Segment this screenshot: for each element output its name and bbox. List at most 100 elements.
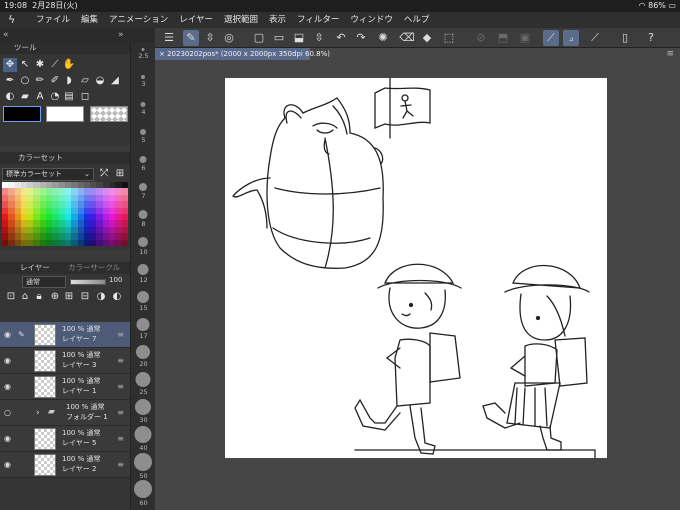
layer-row[interactable]: ◉ ✎ 100 % 通常 レイヤー 7 ≡ — [0, 322, 130, 348]
color-set-dropdown[interactable]: 標準カラーセット ⌄ — [2, 168, 94, 181]
fill-bucket-icon[interactable]: ▰ — [18, 90, 32, 104]
menu-edit[interactable]: 編集 — [81, 12, 98, 28]
layer-row[interactable]: ◉ 100 % 通常 レイヤー 3 ≡ — [0, 348, 130, 374]
brush-size-dot[interactable] — [139, 183, 147, 191]
lasso-tool-icon[interactable]: ○ — [18, 74, 32, 88]
blend-mode-dropdown[interactable]: 通常 — [22, 276, 66, 288]
blend-tool-icon[interactable]: ◒ — [93, 74, 107, 88]
brush-size-dot[interactable] — [135, 372, 151, 387]
loading-icon[interactable]: ✺ — [375, 30, 391, 46]
brush-size-dot[interactable] — [140, 102, 146, 107]
drag-handle-icon[interactable]: ≡ — [117, 460, 124, 469]
move-tool-icon[interactable]: ✥ — [3, 58, 17, 72]
clear-icon[interactable]: ⌫ — [399, 30, 415, 46]
drag-handle-icon[interactable]: ≡ — [117, 382, 124, 391]
visibility-icon[interactable]: ◐ — [110, 290, 124, 304]
document-tab-close-icon[interactable]: × — [159, 50, 167, 58]
collapse-right-icon[interactable]: » — [118, 28, 124, 42]
mask-icon[interactable]: ⊞ — [62, 290, 76, 304]
redo-icon[interactable]: ↷ — [353, 30, 369, 46]
crop-icon[interactable]: ⬒ — [495, 30, 511, 46]
layer-row[interactable]: ○ › ▰ 100 % 通常 フォルダー 1 ≡ — [0, 400, 130, 426]
brush-size-dot[interactable] — [138, 210, 148, 219]
eraser-icon[interactable]: ▱ — [78, 74, 92, 88]
menu-filter[interactable]: フィルター — [297, 12, 339, 28]
color-swatch[interactable] — [121, 239, 128, 246]
sub-color-swatch[interactable] — [46, 106, 84, 122]
snap-grid-icon[interactable]: ⟋ — [587, 30, 603, 46]
draft-icon[interactable]: ⊟ — [78, 290, 92, 304]
selection-icon[interactable]: ▣ — [517, 30, 533, 46]
menu-icon[interactable]: ☰ — [161, 30, 177, 46]
brush-size-dot[interactable] — [139, 156, 147, 163]
eyedropper-add-icon[interactable]: ⤱ — [97, 167, 111, 181]
layer-row[interactable]: ◉ 100 % 通常 レイヤー 1 ≡ — [0, 374, 130, 400]
app-logo-icon[interactable]: ϟ — [8, 13, 22, 27]
device-icon[interactable]: ▯ — [617, 30, 633, 46]
collapse-left-icon[interactable]: « — [3, 28, 9, 42]
transform-icon[interactable]: ⬚ — [441, 30, 457, 46]
menu-file[interactable]: ファイル — [36, 12, 70, 28]
brush-size-dot[interactable] — [134, 426, 152, 443]
lock-icon[interactable]: 🔒︎ — [32, 290, 46, 304]
fill-tool-icon[interactable]: ◢ — [108, 74, 122, 88]
ruler-tool-icon[interactable]: ▤ — [62, 90, 76, 104]
hand-tool-icon[interactable]: ✋ — [62, 58, 76, 72]
new-file-icon[interactable]: ▢ — [251, 30, 267, 46]
menu-animation[interactable]: アニメーション — [109, 12, 168, 28]
menu-view[interactable]: 表示 — [269, 12, 286, 28]
brush-size-dot[interactable] — [136, 345, 150, 359]
drag-handle-icon[interactable]: ≡ — [117, 330, 124, 339]
quick-access-icon[interactable]: ✎ — [183, 30, 199, 46]
tab-color-circle[interactable]: カラーサークル — [68, 262, 120, 274]
operation-tool-icon[interactable]: ↖ — [18, 58, 32, 72]
canvas-menu-icon[interactable]: ≡ — [666, 49, 674, 59]
up-down-icon[interactable]: ⇳ — [202, 30, 218, 46]
balloon-tool-icon[interactable]: ◔ — [48, 90, 62, 104]
menu-window[interactable]: ウィンドウ — [350, 12, 393, 28]
main-color-swatch[interactable] — [3, 106, 41, 122]
magic-wand-icon[interactable]: ✱ — [33, 58, 47, 72]
lock-transparent-icon[interactable]: ⊡ — [4, 290, 18, 304]
brush-size-dot[interactable] — [141, 48, 145, 51]
brush-size-dot[interactable] — [140, 129, 146, 135]
opacity-slider[interactable] — [70, 279, 106, 285]
frame-tool-icon[interactable]: ◻ — [78, 90, 92, 104]
snap-ruler-icon[interactable]: ⟋ — [543, 30, 559, 46]
gradient-tool-icon[interactable]: ◐ — [3, 90, 17, 104]
layer-row[interactable]: ◉ 100 % 通常 レイヤー 2 ≡ — [0, 452, 130, 478]
text-tool-icon[interactable]: A — [33, 90, 47, 104]
clip-icon[interactable]: ⌂ — [18, 290, 32, 304]
eye-icon[interactable]: ◉ — [4, 382, 14, 392]
layer-color-icon[interactable]: ◑ — [94, 290, 108, 304]
brush-size-dot[interactable] — [134, 453, 152, 471]
eye-icon[interactable]: ◉ — [4, 356, 14, 366]
drag-handle-icon[interactable]: ≡ — [117, 356, 124, 365]
menu-layer[interactable]: レイヤー — [179, 12, 213, 28]
eye-icon[interactable]: ◉ — [4, 330, 14, 340]
brush-size-dot[interactable] — [134, 480, 152, 498]
menu-selection[interactable]: 選択範囲 — [224, 12, 258, 28]
export-icon[interactable]: ⇳ — [311, 30, 327, 46]
brush-size-dot[interactable] — [141, 75, 145, 79]
eye-hidden-icon[interactable]: ○ — [4, 408, 14, 418]
layer-row[interactable]: ◉ 100 % 通常 レイヤー 5 ≡ — [0, 426, 130, 452]
transparent-color-swatch[interactable] — [90, 106, 128, 122]
document-tab[interactable]: × 20230202pos* (2000 x 2000px 350dpi 60.… — [155, 48, 330, 60]
drag-handle-icon[interactable]: ≡ — [117, 408, 124, 417]
menu-help[interactable]: ヘルプ — [404, 12, 430, 28]
eye-icon[interactable]: ◉ — [4, 434, 14, 444]
drag-handle-icon[interactable]: ≡ — [117, 434, 124, 443]
brush-size-dot[interactable] — [135, 399, 151, 415]
color-set-menu-icon[interactable]: ⊞ — [113, 167, 127, 181]
open-icon[interactable]: ▭ — [271, 30, 287, 46]
eyedropper-icon[interactable]: ⟋ — [48, 58, 62, 72]
fill-icon[interactable]: ◆ — [419, 30, 435, 46]
deselect-icon[interactable]: ⊘ — [473, 30, 489, 46]
gallery-icon[interactable]: ◎ — [221, 30, 237, 46]
brush-size-dot[interactable] — [137, 264, 149, 275]
drawing-canvas[interactable] — [225, 72, 607, 459]
eye-icon[interactable]: ◉ — [4, 460, 14, 470]
brush-size-dot[interactable] — [138, 237, 148, 247]
save-icon[interactable]: ⬓ — [291, 30, 307, 46]
